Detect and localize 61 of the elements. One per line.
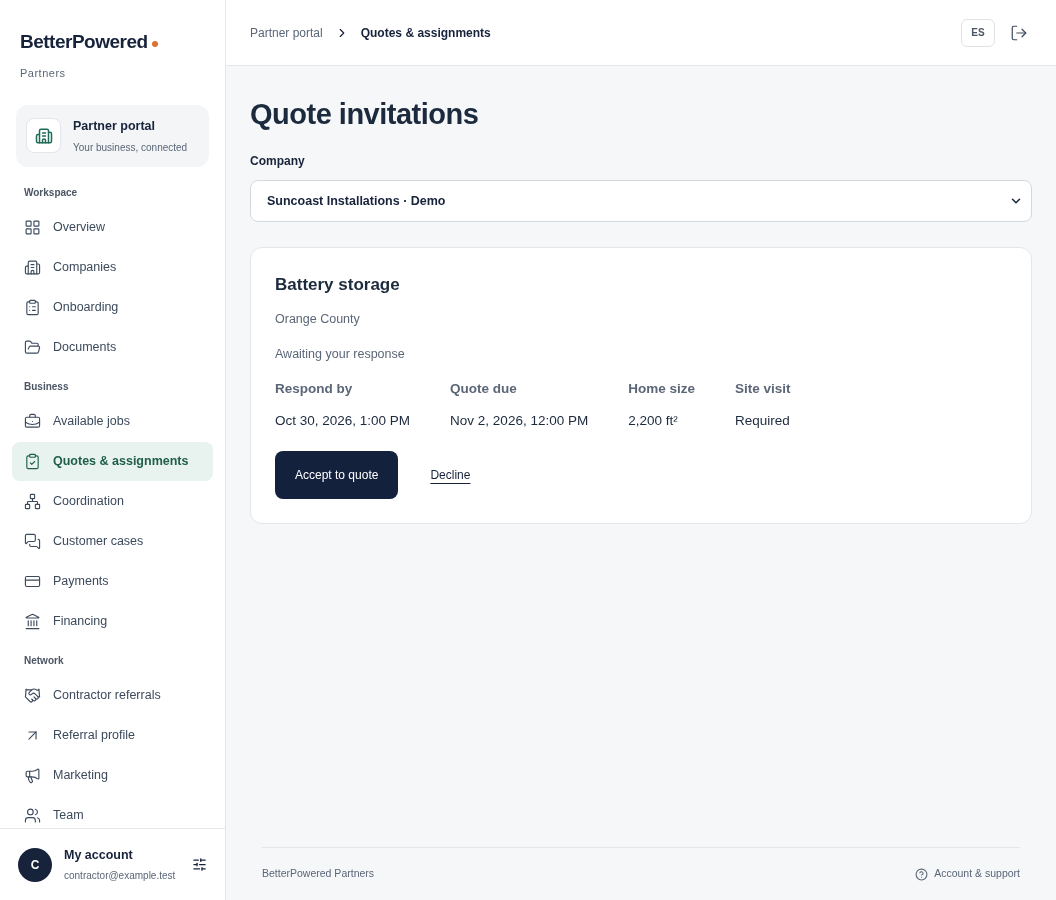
chat-icon: [24, 532, 41, 550]
account-avatar: C: [18, 847, 52, 882]
hierarchy-icon: [24, 492, 41, 510]
breadcrumb-link[interactable]: Partner portal: [250, 23, 323, 42]
building-icon: [24, 258, 41, 276]
portal-subtitle: Your business, connected: [73, 140, 188, 155]
logout-button[interactable]: [1010, 23, 1028, 42]
nav-item[interactable]: Coordination: [12, 481, 213, 521]
support-link[interactable]: Account & support: [915, 866, 1020, 882]
nav-item[interactable]: Contractor referrals: [12, 675, 213, 715]
nav-item[interactable]: Available jobs: [12, 401, 213, 441]
language-button[interactable]: ES: [961, 18, 995, 47]
page-title: Quote invitations: [250, 97, 480, 132]
bank-icon: [24, 612, 41, 630]
nav-item[interactable]: Companies: [12, 247, 213, 287]
brand-name: BetterPowered: [20, 30, 148, 54]
nav-item[interactable]: Financing: [12, 601, 213, 641]
settings-button[interactable]: [192, 857, 207, 872]
detail-label: Quote due: [450, 380, 518, 399]
accept-button[interactable]: Accept to quote: [275, 450, 399, 499]
section-heading: Workspace: [23, 185, 79, 200]
status: Awaiting your response: [275, 345, 406, 363]
clipboard-icon: [24, 298, 41, 316]
detail-value: 2,200 ft²: [628, 411, 679, 430]
nav-item[interactable]: Overview: [12, 207, 213, 247]
portal-title: Partner portal: [73, 118, 156, 135]
section-heading: Network: [23, 653, 65, 668]
detail-label: Home size: [628, 380, 695, 399]
nav-item[interactable]: Team: [12, 795, 213, 828]
account-name: My account: [64, 846, 134, 864]
detail-label: Site visit: [734, 380, 791, 399]
nav-item[interactable]: Referral profile: [12, 715, 213, 755]
company-select[interactable]: Suncoast Installations · Demo: [250, 180, 1032, 223]
help-icon: [915, 867, 929, 881]
detail-value: Oct 30, 2026, 1:00 PM: [275, 411, 411, 430]
decline-link[interactable]: Decline: [430, 465, 471, 484]
briefcase-icon: [24, 412, 41, 430]
nav-item[interactable]: Onboarding: [12, 287, 213, 327]
breadcrumb-current: Quotes & assignments: [360, 24, 491, 42]
nav-item[interactable]: Marketing: [12, 755, 213, 795]
field-label: Company: [250, 153, 306, 171]
nav-item[interactable]: Quotes & assignments: [12, 441, 213, 481]
folder-icon: [24, 338, 41, 356]
grid-icon: [24, 218, 41, 236]
clipboard-check-icon: [24, 452, 41, 470]
account-email: contractor@example.test: [64, 869, 177, 884]
brand-subtitle: Partners: [20, 65, 67, 81]
detail-label: Respond by: [275, 380, 354, 399]
nav-item[interactable]: Payments: [12, 561, 213, 601]
section-heading: Business: [23, 379, 70, 394]
handshake-icon: [24, 686, 41, 704]
card-title: Battery storage: [275, 274, 401, 297]
nav-item[interactable]: Documents: [12, 327, 213, 367]
megaphone-icon: [24, 766, 41, 784]
footer-text: BetterPowered Partners: [262, 866, 375, 882]
location: Orange County: [275, 310, 361, 328]
people-icon: [24, 806, 41, 824]
building-icon: [26, 118, 61, 154]
detail-value: Nov 2, 2026, 12:00 PM: [450, 411, 589, 430]
nav-item[interactable]: Customer cases: [12, 521, 213, 561]
detail-value: Required: [734, 411, 791, 430]
